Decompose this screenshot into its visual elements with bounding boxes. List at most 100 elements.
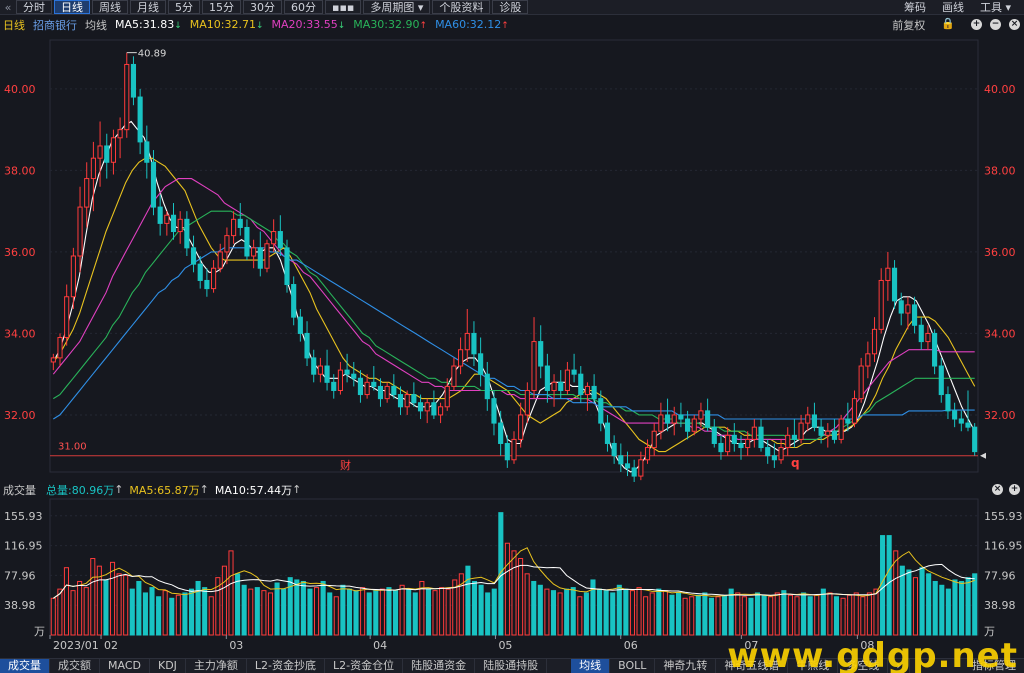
candle: [571, 353, 577, 383]
candle-body: [518, 414, 524, 440]
period-tab-11[interactable]: 诊股: [492, 0, 529, 14]
candle-body: [231, 218, 237, 237]
ma-line-ma10: [52, 157, 976, 453]
indicator-tab-7[interactable]: 陆股通资金: [403, 658, 476, 673]
x-tick-label: 02: [104, 639, 118, 652]
volume-bar: [241, 584, 247, 636]
ma30-value: MA30:32.90↑: [353, 18, 428, 31]
volume-bar: [945, 588, 951, 636]
toolbar-right-1[interactable]: 画线: [935, 0, 971, 14]
stock-name[interactable]: 招商银行: [33, 17, 77, 33]
toolbar-right: 筹码 画线 工具 ▾: [897, 0, 1020, 14]
volume-bar: [254, 587, 260, 636]
ma60-value: MA60:32.12↑: [435, 18, 509, 31]
volume-bar: [603, 590, 609, 636]
period-tab-4[interactable]: 5分: [168, 0, 200, 14]
volume-bar: [860, 596, 866, 636]
toolbar-right-0[interactable]: 筹码: [897, 0, 933, 14]
indicator-tab-2[interactable]: MACD: [100, 658, 150, 673]
period-tabs: 分时 日线 周线 月线 5分 15分 30分 60分 ▪▪▪ 多周期图 ▾ 个股资料 诊股: [16, 0, 530, 14]
candle-body: [711, 426, 717, 444]
indicator-tab-1[interactable]: 成交额: [50, 658, 100, 673]
indicator-tab-4[interactable]: 主力净额: [186, 658, 247, 673]
candle-body: [905, 304, 911, 314]
candle-body: [538, 341, 544, 367]
zoom-in-icon[interactable]: +: [971, 19, 982, 30]
volume-bar: [175, 594, 181, 636]
overlay-tab-1[interactable]: BOLL: [610, 658, 656, 673]
adjust-button[interactable]: 前复权: [892, 17, 925, 33]
indicator-tab-8[interactable]: 陆股通持股: [475, 658, 548, 673]
price-tick-left: 32.00: [4, 409, 36, 422]
candle-body: [117, 129, 123, 139]
volume-bar: [346, 588, 353, 636]
x-tick-label: 05: [498, 639, 512, 652]
collapse-left-icon[interactable]: «: [0, 1, 16, 14]
volume-bar: [781, 590, 787, 636]
candle-body: [257, 247, 263, 269]
indicator-tab-group: 成交量 成交额 MACD KDJ 主力净额 L2-资金抄底 L2-资金仓位 陆股通资金 陆股通持…: [0, 658, 548, 673]
candle-body: [671, 414, 677, 424]
period-tab-1[interactable]: 日线: [54, 0, 90, 14]
period-tab-2[interactable]: 周线: [92, 0, 128, 14]
candle-body: [144, 141, 150, 163]
candle-body: [745, 438, 751, 449]
volume-bar: [906, 569, 912, 636]
candle: [731, 423, 737, 452]
candle-body: [297, 316, 303, 334]
indicator-tab-3[interactable]: KDJ: [150, 658, 186, 673]
volume-bar: [972, 573, 978, 636]
candle: [204, 268, 210, 297]
candle-body: [932, 332, 938, 367]
candle-body: [417, 402, 424, 412]
candle-body: [170, 214, 177, 233]
candle: [758, 419, 764, 452]
volume-tick-right: 77.96: [984, 569, 1016, 582]
zoom-out-icon[interactable]: −: [990, 19, 1001, 30]
period-tab-9[interactable]: 多周期图 ▾: [363, 0, 431, 14]
volume-bar: [662, 590, 668, 636]
period-tab-3[interactable]: 月线: [130, 0, 166, 14]
price-tick-right: 36.00: [984, 246, 1016, 259]
period-tab-0[interactable]: 分时: [16, 0, 52, 14]
candle-body: [631, 467, 637, 477]
candle: [631, 459, 637, 482]
period-tab-5[interactable]: 15分: [202, 0, 241, 14]
candle-body: [64, 296, 70, 339]
volume-bar: [610, 592, 616, 636]
ma-label: 均线: [85, 18, 107, 32]
candle-body: [137, 96, 143, 143]
x-tick-label: 04: [373, 639, 387, 652]
overlay-tab-0[interactable]: 均线: [571, 658, 611, 673]
lock-icon[interactable]: 🔒: [941, 17, 955, 33]
indicator-tab-0[interactable]: 成交量: [0, 658, 50, 673]
indicator-tab-6[interactable]: L2-资金仓位: [325, 658, 404, 673]
volume-bar: [518, 558, 524, 636]
volume-chart[interactable]: 155.93 155.93 116.95 116.95 77.96 77.96 38.98 3…: [0, 497, 1024, 657]
period-tab-8[interactable]: ▪▪▪: [325, 0, 362, 14]
close-icon[interactable]: ×: [1009, 19, 1020, 30]
price-chart[interactable]: 40.00 40.00 38.00 38.00 36.00 36.00 34.00 34.00…: [0, 32, 1024, 482]
volume-bar: [129, 588, 135, 636]
volume-bar: [392, 590, 399, 636]
toolbar-right-2[interactable]: 工具 ▾: [973, 0, 1018, 14]
volume-bar: [406, 588, 412, 636]
candle: [117, 117, 123, 159]
ma-line-ma30: [53, 210, 975, 440]
volume-bar: [675, 592, 682, 636]
candle-body: [437, 406, 444, 416]
period-tab-6[interactable]: 30分: [243, 0, 282, 14]
x-tick-label: 2023/01: [53, 639, 99, 652]
indicator-tab-5[interactable]: L2-资金抄底: [247, 658, 326, 673]
period-tab-7[interactable]: 60分: [284, 0, 323, 14]
candle: [357, 370, 364, 403]
overlay-tab-2[interactable]: 神奇九转: [655, 658, 717, 673]
candle: [244, 219, 250, 261]
add-icon[interactable]: +: [1009, 484, 1020, 495]
candle-body: [377, 385, 384, 400]
volume-tick-right: 155.93: [984, 510, 1023, 523]
close-icon[interactable]: ×: [992, 484, 1003, 495]
period-tab-10[interactable]: 个股资料: [432, 0, 491, 14]
candle-body: [337, 369, 343, 391]
candle: [918, 317, 924, 350]
